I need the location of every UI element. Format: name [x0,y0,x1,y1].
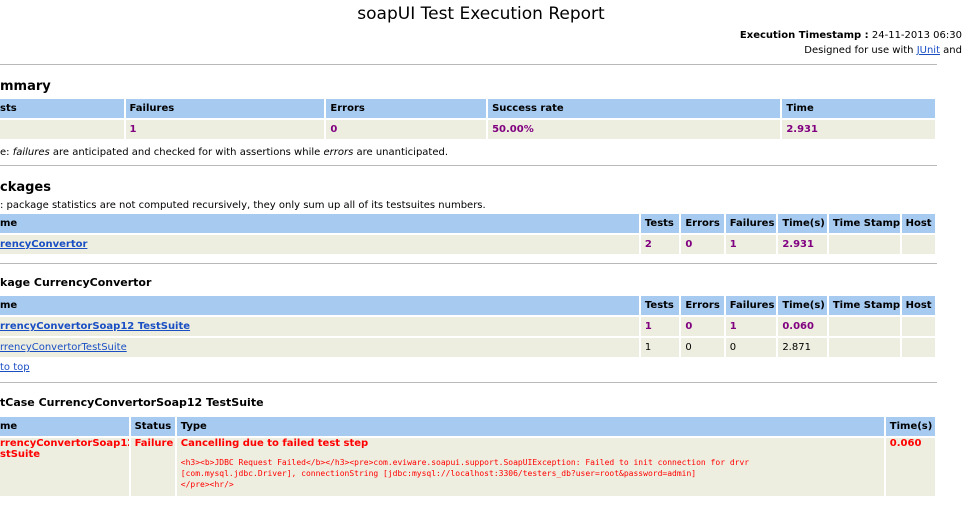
testcase-table: me Status Type Time(s) rrencyConvertorSo… [0,415,937,498]
col-name: me [0,296,639,315]
col-type: Type [176,417,884,436]
package-detail-table: me Tests Errors Failures Time(s) Time St… [0,294,937,359]
col-host: Host [901,214,935,233]
table-row: rrencyConvertorTestSuite 1 0 0 2.871 [0,338,935,357]
package-link[interactable]: rencyConvertor [0,239,87,250]
summary-note: e: failures are anticipated and checked … [0,147,448,158]
col-time: Time(s) [778,214,827,233]
cell-time: 2.931 [782,120,935,139]
package-detail-heading: kage CurrencyConvertor [0,276,152,289]
timestamp-label: Execution Timestamp : [739,30,869,41]
packages-heading: ckages [0,180,51,195]
table-row: rrencyConvertorSoap12 TestSuite 1 0 1 0.… [0,317,935,336]
col-time-stamp: Time Stamp [828,296,900,315]
junit-link[interactable]: JUnit [917,45,940,56]
divider [0,64,937,65]
col-success-rate: Success rate [488,99,781,118]
testcase-name-line2: stSuite [0,449,41,460]
cell-failures: 1 [725,235,777,254]
summary-heading: mmary [0,79,51,94]
col-errors: Errors [326,99,487,118]
cell-failures: 1 [125,120,325,139]
col-tests: Tests [640,214,680,233]
note-prefix: e: [0,147,13,158]
designed-suffix: and [940,45,962,56]
cell-errors: 0 [326,120,487,139]
packages-table: me Tests Errors Failures Time(s) Time St… [0,212,937,256]
col-time: Time [782,99,935,118]
testcase-name-line1: rrencyConvertorSoap12 [0,438,129,449]
summary-row: 1 0 50.00% 2.931 [0,120,935,139]
col-failures: Failures [725,296,777,315]
cell-type: Cancelling due to failed test step <h3><b… [176,438,884,496]
testcase-heading: tCase CurrencyConvertorSoap12 TestSuite [0,396,264,409]
back-to-top-link[interactable]: to top [0,362,30,373]
cell-time: 2.871 [778,338,827,357]
cell-name: rrencyConvertorTestSuite [0,338,639,357]
report-title: soapUI Test Execution Report [357,4,605,24]
col-tests: Tests [640,296,680,315]
cell-host [901,317,935,336]
summary-table: sts Failures Errors Success rate Time 1 … [0,97,937,141]
package-detail-header-row: me Tests Errors Failures Time(s) Time St… [0,296,935,315]
col-name: me [0,417,129,436]
packages-header-row: me Tests Errors Failures Time(s) Time St… [0,214,935,233]
cell-name: rencyConvertor [0,235,639,254]
cell-time: 0.060 [885,438,935,496]
table-row: rrencyConvertorSoap12 stSuite Failure Can… [0,438,935,496]
type-title: Cancelling due to failed test step [180,438,369,449]
note-failures: failures [12,147,50,158]
cell-tests [0,120,124,139]
col-name: me [0,214,639,233]
packages-note: : package statistics are not computed re… [0,200,486,211]
cell-time-stamp [828,317,900,336]
testcase-header-row: me Status Type Time(s) [0,417,935,436]
cell-time: 0.060 [778,317,827,336]
designed-prefix: Designed for use with [804,45,917,56]
col-host: Host [901,296,935,315]
note-errors: errors [323,147,354,158]
cell-failures: 0 [725,338,777,357]
col-failures: Failures [125,99,325,118]
cell-status: Failure [130,438,175,496]
col-time-stamp: Time Stamp [828,214,900,233]
cell-failures: 1 [725,317,777,336]
col-tests: sts [0,99,124,118]
testsuite-link[interactable]: rrencyConvertorSoap12 TestSuite [0,321,190,332]
designed-for: Designed for use with JUnit and [804,45,962,56]
cell-success-rate: 50.00% [488,120,781,139]
type-detail: <h3><b>JDBC Request Failed</b></h3><pre>… [180,458,750,489]
execution-timestamp: Execution Timestamp : 24-11-2013 06:30 [740,30,962,41]
col-failures: Failures [725,214,777,233]
cell-errors: 0 [681,235,724,254]
col-errors: Errors [681,214,724,233]
cell-host [901,235,935,254]
cell-time-stamp [828,338,900,357]
col-time: Time(s) [885,417,935,436]
summary-header-row: sts Failures Errors Success rate Time [0,99,935,118]
cell-time: 2.931 [778,235,827,254]
cell-errors: 0 [681,338,724,357]
cell-host [901,338,935,357]
cell-tests: 1 [640,317,680,336]
cell-errors: 0 [681,317,724,336]
col-status: Status [130,417,175,436]
divider [0,165,937,166]
testsuite-link[interactable]: rrencyConvertorTestSuite [0,342,127,353]
note-suffix: are unanticipated. [353,147,449,158]
note-middle: are anticipated and checked for with ass… [49,147,324,158]
cell-time-stamp [828,235,900,254]
cell-tests: 1 [640,338,680,357]
divider [0,382,937,383]
cell-name: rrencyConvertorSoap12 TestSuite [0,317,639,336]
divider [0,263,937,264]
timestamp-value: 24-11-2013 06:30 [871,30,962,41]
cell-tests: 2 [640,235,680,254]
cell-name: rrencyConvertorSoap12 stSuite [0,438,129,496]
table-row: rencyConvertor 2 0 1 2.931 [0,235,935,254]
back-to-top: to top [0,362,30,373]
col-errors: Errors [681,296,724,315]
col-time: Time(s) [778,296,827,315]
